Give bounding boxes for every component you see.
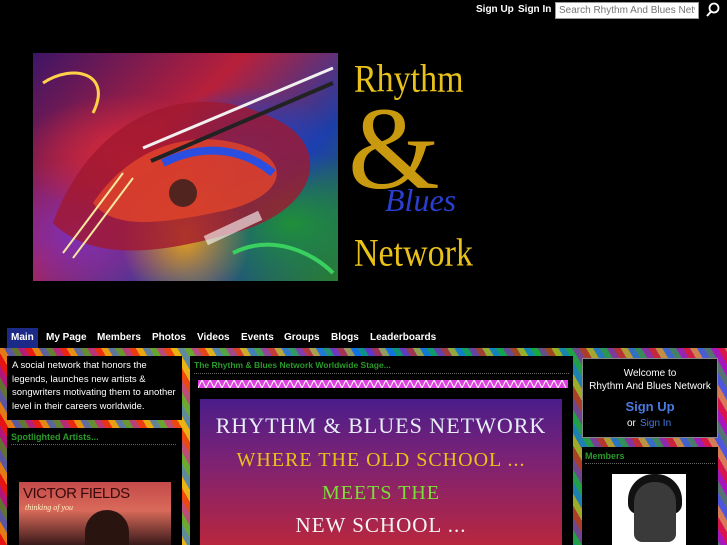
nav-leaderboards[interactable]: Leaderboards [366,328,440,348]
welcome-signin-link[interactable]: Sign In [640,418,671,429]
stage-panel: The Rhythm & Blues Network Worldwide Sta… [190,356,573,545]
featured-artist-image[interactable]: VICTOR FIELDS thinking of you [19,482,171,545]
welcome-text: Welcome to [623,368,677,379]
artist-face [85,510,129,545]
welcome-box: Welcome to Rhythm And Blues Network Sign… [582,358,718,438]
stage-graphic: RHYTHM & BLUES NETWORK WHERE THE OLD SCH… [200,399,562,545]
welcome-signup-link[interactable]: Sign Up [583,399,717,414]
artist-image-subtitle: thinking of you [25,503,73,512]
graphic-line-3: MEETS THE [321,482,441,504]
graphic-line-4: NEW SCHOOL ... [295,513,467,537]
or-text: or [627,418,636,429]
decorative-wave-strip [198,380,568,388]
stage-heading[interactable]: The Rhythm & Blues Network Worldwide Sta… [194,360,391,370]
nav-groups[interactable]: Groups [280,328,324,348]
nav-photos[interactable]: Photos [148,328,190,348]
members-heading[interactable]: Members [585,451,625,461]
members-panel: Members [582,447,718,545]
banner-artwork [33,53,338,281]
nav-events[interactable]: Events [237,328,278,348]
welcome-network-name: Rhythm And Blues Network [589,381,711,392]
nav-members[interactable]: Members [93,328,145,348]
avatar-face [634,482,676,542]
divider [585,463,715,464]
artist-image-title: VICTOR FIELDS [23,485,130,502]
nav-main[interactable]: Main [7,328,38,348]
nav-videos[interactable]: Videos [193,328,234,348]
site-description: A social network that honors the legends… [7,356,182,420]
spotlight-heading[interactable]: Spotlighted Artists... [11,432,99,442]
logo-network-text: Network [354,232,473,275]
divider [11,444,176,445]
search-icon[interactable] [705,2,721,18]
nav-my-page[interactable]: My Page [42,328,91,348]
graphic-line-1: RHYTHM & BLUES NETWORK [215,413,547,438]
spotlight-panel: Spotlighted Artists... VICTOR FIELDS thi… [7,428,182,545]
divider [194,373,569,374]
nav-blogs[interactable]: Blogs [327,328,363,348]
logo-blues-text: Blues [385,182,457,218]
signup-link[interactable]: Sign Up [476,4,514,15]
member-avatar[interactable] [612,474,686,545]
search-input[interactable] [555,2,699,19]
graphic-line-2: WHERE THE OLD SCHOOL ... [236,449,526,471]
signin-link[interactable]: Sign In [518,4,551,15]
top-bar: Sign Up Sign In [0,0,727,22]
